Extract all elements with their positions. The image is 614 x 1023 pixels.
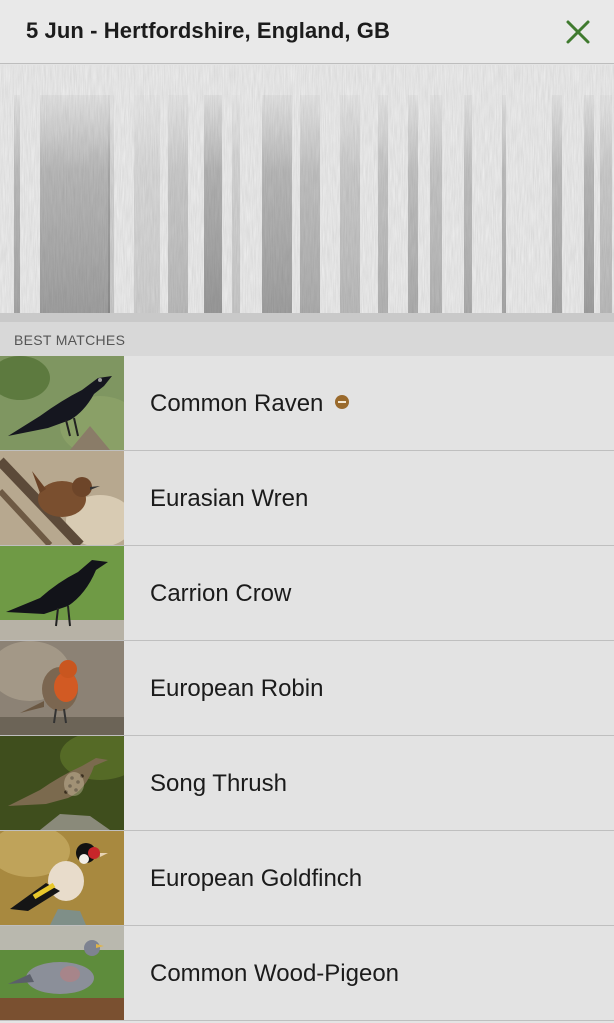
list-item-eurasian-wren[interactable]: Eurasian Wren — [0, 451, 614, 546]
species-name: Carrion Crow — [150, 580, 292, 607]
common-raven-photo — [0, 356, 124, 450]
eurasian-wren-photo — [0, 451, 124, 545]
recording-title: 5 Jun - Hertfordshire, England, GB — [26, 18, 390, 43]
matches-list: Common Raven Eurasian Wren Carrion Crow … — [0, 356, 614, 1021]
list-item-carrion-crow[interactable]: Carrion Crow — [0, 546, 614, 641]
spectrogram-image — [0, 65, 614, 322]
european-goldfinch-photo — [0, 831, 124, 925]
list-item-common-raven[interactable]: Common Raven — [0, 356, 614, 451]
species-name: European Robin — [150, 675, 324, 702]
song-thrush-photo — [0, 736, 124, 830]
species-name: Song Thrush — [150, 770, 287, 797]
common-wood-pigeon-photo — [0, 926, 124, 1020]
spectrogram[interactable] — [0, 65, 614, 322]
close-icon[interactable] — [560, 14, 596, 50]
list-item-common-wood-pigeon[interactable]: Common Wood-Pigeon — [0, 926, 614, 1021]
best-matches-header: BEST MATCHES — [0, 322, 614, 356]
species-name: Common Wood-Pigeon — [150, 960, 400, 987]
section-label: BEST MATCHES — [14, 332, 126, 348]
list-item-european-goldfinch[interactable]: European Goldfinch — [0, 831, 614, 926]
european-robin-photo — [0, 641, 124, 735]
observation-badge-icon — [335, 395, 350, 409]
list-item-european-robin[interactable]: European Robin — [0, 641, 614, 736]
species-name: European Goldfinch — [150, 865, 363, 892]
carrion-crow-photo — [0, 546, 124, 640]
list-item-song-thrush[interactable]: Song Thrush — [0, 736, 614, 831]
species-name: Eurasian Wren — [150, 485, 309, 512]
top-bar: 5 Jun - Hertfordshire, England, GB — [0, 0, 614, 64]
species-name: Common Raven — [150, 390, 350, 418]
